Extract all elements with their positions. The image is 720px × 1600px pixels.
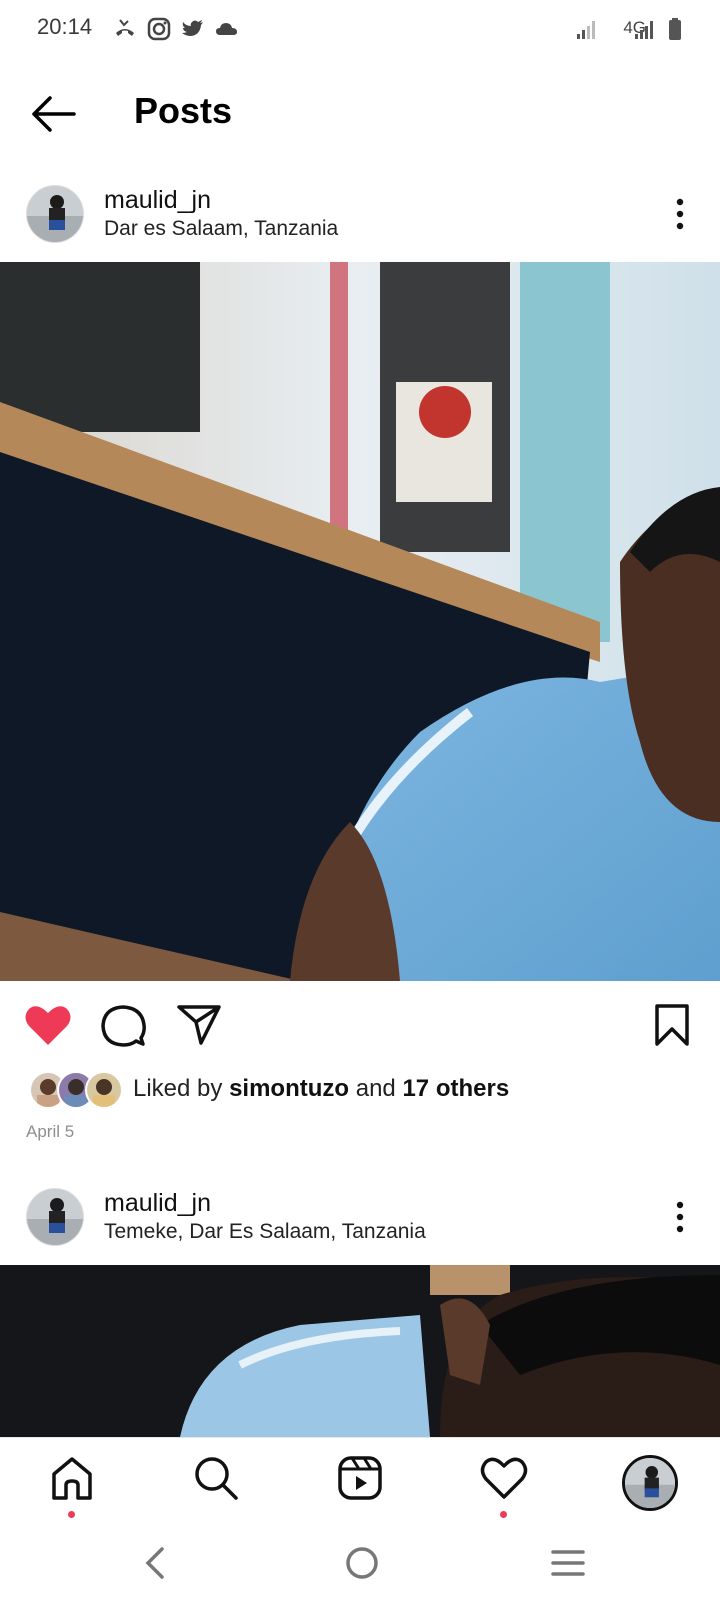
back-arrow-icon[interactable]: [28, 92, 78, 136]
instagram-icon: [147, 17, 171, 41]
battery-icon: [669, 18, 681, 40]
activity-heart-icon[interactable]: [480, 1454, 528, 1502]
system-recents-icon[interactable]: [550, 1547, 586, 1579]
post-username[interactable]: maulid_jn: [104, 1189, 211, 1218]
likes-user[interactable]: simontuzo: [229, 1075, 349, 1102]
post-photo[interactable]: [0, 262, 720, 981]
post-username[interactable]: maulid_jn: [104, 186, 211, 215]
comment-icon[interactable]: [100, 1003, 146, 1049]
signal-2-icon: [635, 21, 653, 39]
likes-summary[interactable]: Liked by simontuzo and 17 others: [133, 1075, 509, 1103]
likes-prefix: Liked by: [133, 1075, 230, 1102]
post-photo[interactable]: [0, 1265, 720, 1437]
system-nav-bar: [0, 1525, 720, 1600]
home-icon[interactable]: [48, 1454, 96, 1502]
avatar[interactable]: [26, 1188, 84, 1246]
post-date: April 5: [26, 1122, 75, 1141]
status-time: 20:14: [37, 14, 93, 39]
page-title: Posts: [134, 90, 233, 131]
bottom-nav: [0, 1437, 720, 1526]
activity-notification-dot: [500, 1511, 507, 1518]
reels-icon[interactable]: [336, 1454, 384, 1502]
signal-icon: [577, 21, 595, 39]
more-options-icon[interactable]: [670, 194, 690, 234]
missed-call-icon: [116, 19, 134, 36]
share-icon[interactable]: [176, 1003, 222, 1047]
like-heart-icon[interactable]: [24, 1003, 72, 1047]
system-back-icon[interactable]: [140, 1545, 170, 1581]
home-notification-dot: [68, 1511, 75, 1518]
post-location[interactable]: Temeke, Dar Es Salaam, Tanzania: [104, 1220, 426, 1244]
search-icon[interactable]: [192, 1454, 240, 1502]
liker-avatar-3: [85, 1071, 123, 1109]
twitter-icon: [182, 20, 203, 36]
status-bar: 20:14 4G: [0, 0, 720, 60]
profile-avatar[interactable]: [622, 1455, 678, 1511]
more-options-icon[interactable]: [670, 1197, 690, 1237]
bookmark-icon[interactable]: [653, 1003, 691, 1047]
likes-mid: and: [349, 1075, 403, 1102]
system-home-icon[interactable]: [344, 1545, 380, 1581]
cloud-icon: [216, 23, 237, 35]
avatar[interactable]: [26, 185, 84, 243]
post-location[interactable]: Dar es Salaam, Tanzania: [104, 217, 338, 241]
likes-others[interactable]: 17 others: [402, 1075, 509, 1102]
